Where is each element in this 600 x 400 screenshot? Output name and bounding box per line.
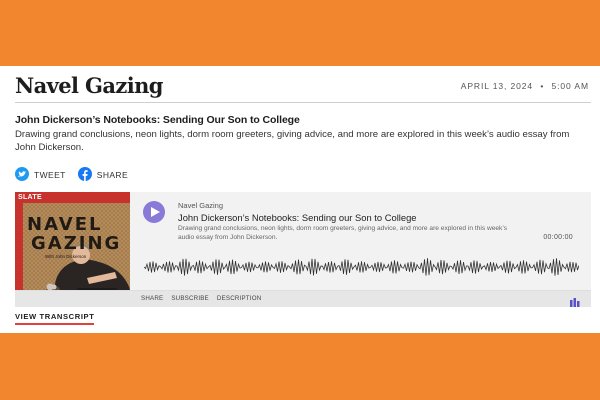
share-row: TWEET SHARE [15,167,140,183]
cover-byline: With John Dickerson [45,254,87,259]
bars-logo-icon[interactable] [570,294,580,312]
facebook-icon [77,167,92,183]
date-text: APRIL 13, 2024 [460,81,534,91]
article-headline: John Dickerson’s Notebooks: Sending Our … [15,114,300,126]
page-header: Navel Gazing APRIL 13, 2024 • 5:00 AM [15,72,591,103]
playback-time: 00:00:00 [543,234,573,241]
episode-description: Drawing grand conclusions, neon lights, … [178,225,508,241]
player-subscribe-link[interactable]: SUBSCRIBE [171,295,209,302]
time-text: 5:00 AM [551,81,589,91]
publish-date: APRIL 13, 2024 • 5:00 AM [461,81,589,91]
player-footer: SHARE SUBSCRIBE DESCRIPTION [15,290,591,307]
player-footer-links: SHARE SUBSCRIBE DESCRIPTION [141,295,269,302]
cover-title-line2: GAZING [31,233,122,254]
show-name: Navel Gazing [178,201,224,210]
tweet-label: TWEET [34,170,66,180]
episode-title: John Dickerson’s Notebooks: Sending our … [178,212,417,223]
share-label: SHARE [96,170,129,180]
facebook-share-button[interactable]: SHARE [77,167,129,183]
cover-title-line1: NAVEL [27,214,103,235]
audio-player: SLATE NAVEL GAZING With John Dickerson N… [15,192,591,307]
waveform-scrubber[interactable] [144,256,579,278]
article-card: Navel Gazing APRIL 13, 2024 • 5:00 AM Jo… [0,66,600,333]
waveform-line [144,258,579,276]
player-description-link[interactable]: DESCRIPTION [217,295,262,302]
date-separator: • [540,81,545,91]
brand-title[interactable]: Navel Gazing [15,73,163,98]
tweet-button[interactable]: TWEET [15,167,66,183]
article-dek: Drawing grand conclusions, neon lights, … [15,129,570,153]
play-icon[interactable] [143,201,165,223]
player-share-link[interactable]: SHARE [141,295,163,302]
view-transcript-link[interactable]: VIEW TRANSCRIPT [15,312,95,325]
twitter-bird-icon [15,167,29,183]
slate-badge: SLATE [18,194,42,201]
